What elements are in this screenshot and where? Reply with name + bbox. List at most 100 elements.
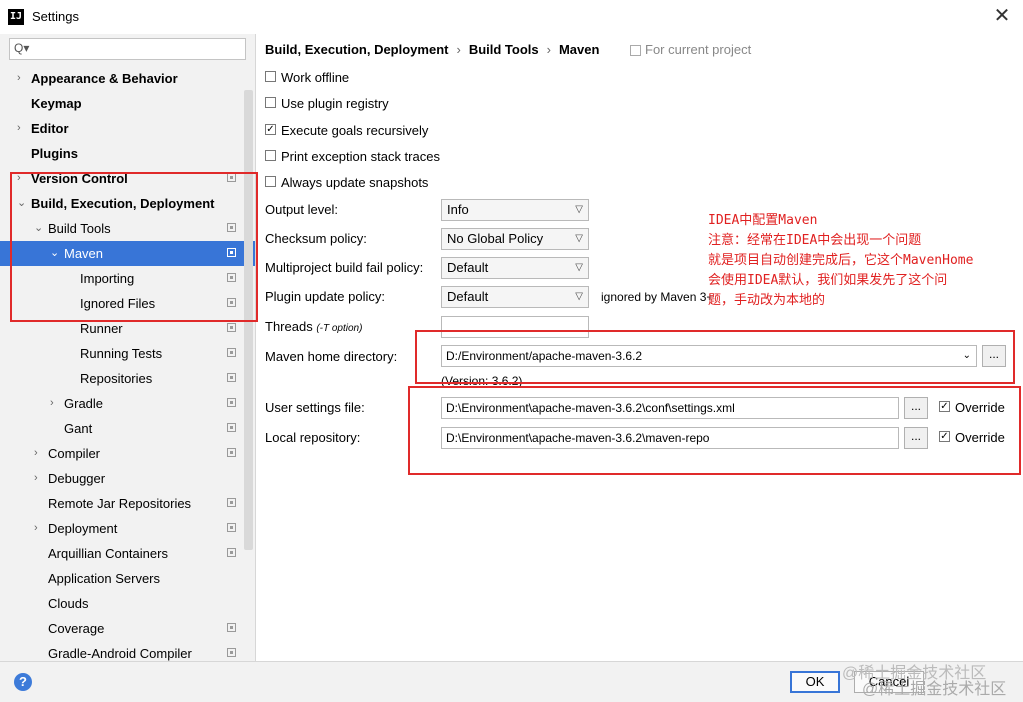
multiproject-fail-select[interactable]: Default ▽ — [441, 257, 589, 279]
project-scope-icon — [227, 373, 236, 382]
breadcrumb-item: Build Tools — [468, 42, 539, 57]
chevron-right-icon[interactable]: › — [17, 116, 21, 141]
tree-item-label: Application Servers — [48, 571, 160, 586]
select-value: No Global Policy — [447, 231, 544, 246]
chevron-right-icon[interactable]: › — [17, 66, 21, 91]
breadcrumb-separator: › — [546, 42, 551, 57]
user-settings-label: User settings file: — [265, 400, 365, 415]
plugin-update-label: Plugin update policy: — [265, 289, 385, 304]
project-scope-icon — [630, 45, 641, 57]
highlight-box — [408, 386, 1021, 475]
project-scope-icon — [227, 498, 236, 507]
tree-item-clouds[interactable]: Clouds — [0, 591, 255, 616]
title-bar — [0, 0, 1023, 34]
highlight-box — [415, 330, 1015, 384]
project-scope-icon — [227, 348, 236, 357]
print-exception-checkbox[interactable] — [265, 150, 276, 162]
tree-item-application-servers[interactable]: Application Servers — [0, 566, 255, 591]
update-snapshots-option[interactable]: Always update snapshots — [265, 174, 428, 192]
work-offline-option[interactable]: Work offline — [265, 69, 349, 87]
checksum-policy-label: Checksum policy: — [265, 231, 367, 246]
project-scope-icon — [227, 398, 236, 407]
project-scope-icon — [227, 423, 236, 432]
tree-item-label: Clouds — [48, 596, 89, 611]
tree-item-label: Gradle-Android Compiler — [48, 646, 192, 661]
execute-goals-checkbox[interactable]: ✓ — [265, 124, 276, 136]
project-scope-icon — [227, 623, 236, 632]
tree-item-label: Gant — [64, 421, 93, 436]
maven-home-label: Maven home directory: — [265, 349, 398, 364]
chevron-down-icon: ▽ — [575, 233, 583, 244]
plugin-registry-checkbox[interactable] — [265, 97, 276, 109]
help-icon[interactable]: ? — [14, 673, 32, 691]
plugin-update-note: ignored by Maven 3+ — [601, 290, 714, 304]
tree-item-editor[interactable]: › Editor — [0, 116, 255, 141]
chevron-right-icon[interactable]: › — [34, 466, 38, 491]
tree-item-label: Appearance & Behavior — [31, 71, 178, 86]
output-level-select[interactable]: Info ▽ — [441, 199, 589, 221]
project-scope-icon — [227, 548, 236, 557]
tree-item-label: Arquillian Containers — [48, 546, 168, 561]
tree-item-remote-jar-repositories[interactable]: Remote Jar Repositories — [0, 491, 255, 516]
chevron-right-icon[interactable]: › — [50, 391, 54, 416]
search-input[interactable]: Q▾ — [9, 38, 246, 60]
app-icon: IJ — [8, 9, 24, 25]
search-icon: Q▾ — [14, 41, 30, 55]
option-label: Work offline — [281, 70, 350, 85]
tree-item-keymap[interactable]: Keymap — [0, 91, 255, 116]
print-exception-option[interactable]: Print exception stack traces — [265, 148, 440, 166]
work-offline-checkbox[interactable] — [265, 71, 276, 83]
tree-item-label: Remote Jar Repositories — [48, 496, 192, 511]
scope-note-text: For current project — [645, 42, 752, 57]
output-level-label: Output level: — [265, 202, 338, 217]
threads-label: Threads (-T option) — [265, 319, 362, 334]
scope-note: For current project — [630, 42, 751, 57]
option-label: Always update snapshots — [281, 175, 429, 190]
execute-goals-option[interactable]: ✓ Execute goals recursively — [265, 122, 428, 140]
plugin-update-select[interactable]: Default ▽ — [441, 286, 589, 308]
chevron-down-icon: ▽ — [575, 262, 583, 273]
project-scope-icon — [227, 323, 236, 332]
checksum-policy-select[interactable]: No Global Policy ▽ — [441, 228, 589, 250]
window-title: Settings — [32, 9, 79, 24]
tree-item-label: Editor — [31, 121, 69, 136]
tree-item-debugger[interactable]: › Debugger — [0, 466, 255, 491]
tree-item-label: Compiler — [48, 446, 101, 461]
tree-item-label: Keymap — [31, 96, 82, 111]
option-label: Use plugin registry — [281, 96, 389, 111]
breadcrumb-item: Build, Execution, Deployment — [265, 42, 449, 57]
tree-item-compiler[interactable]: › Compiler — [0, 441, 255, 466]
chevron-right-icon[interactable]: › — [34, 441, 38, 466]
select-value: Info — [447, 202, 469, 217]
update-snapshots-checkbox[interactable] — [265, 176, 276, 188]
plugin-registry-option[interactable]: Use plugin registry — [265, 95, 389, 113]
breadcrumb-separator: › — [456, 42, 461, 57]
tree-item-arquillian-containers[interactable]: Arquillian Containers — [0, 541, 255, 566]
select-value: Default — [447, 260, 489, 275]
tree-item-gradle[interactable]: › Gradle — [0, 391, 255, 416]
ok-button[interactable]: OK — [790, 671, 840, 693]
tree-item-running-tests[interactable]: Running Tests — [0, 341, 255, 366]
tree-item-gradle-android-compiler[interactable]: Gradle-Android Compiler — [0, 641, 255, 661]
tree-item-repositories[interactable]: Repositories — [0, 366, 255, 391]
watermark: @稀土掘金技术社区 — [862, 681, 1007, 698]
chevron-down-icon: ▽ — [575, 291, 583, 302]
tree-item-label: Repositories — [80, 371, 153, 386]
annotation-note: IDEA中配置Maven 注意：经常在IDEA中会出现一个问题 就是项目自动创建… — [708, 213, 974, 308]
tree-item-appearance[interactable]: › Appearance & Behavior — [0, 66, 255, 91]
breadcrumb-item: Maven — [558, 42, 600, 57]
project-scope-icon — [227, 648, 236, 657]
tree-item-deployment[interactable]: › Deployment — [0, 516, 255, 541]
close-icon[interactable]: ✕ — [990, 5, 1014, 29]
tree-item-plugins[interactable]: Plugins — [0, 141, 255, 166]
tree-item-gant[interactable]: Gant — [0, 416, 255, 441]
tree-item-coverage[interactable]: Coverage — [0, 616, 255, 641]
tree-item-label: Plugins — [31, 146, 78, 161]
breadcrumb: Build, Execution, Deployment › Build Tools… — [265, 42, 599, 57]
threads-label-text: Threads — [265, 319, 313, 334]
project-scope-icon — [227, 448, 236, 457]
threads-hint: (-T option) — [316, 323, 363, 334]
chevron-right-icon[interactable]: › — [34, 516, 38, 541]
project-scope-icon — [227, 523, 236, 532]
option-label: Execute goals recursively — [281, 123, 429, 138]
